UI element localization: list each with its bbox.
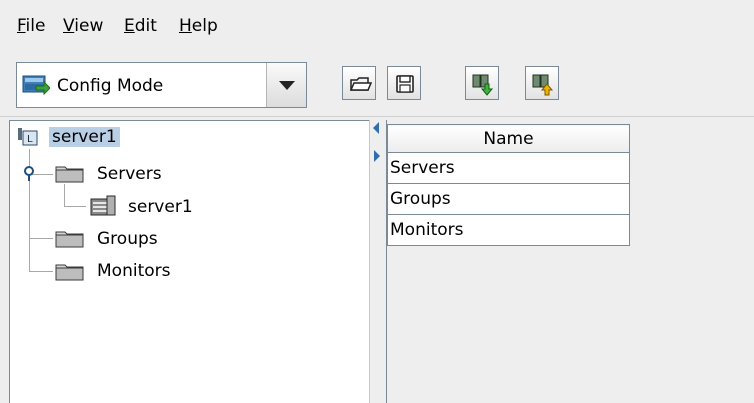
folder-icon [55, 231, 84, 248]
table-panel: Name Servers Groups Monitors [387, 120, 754, 403]
table-row[interactable]: Servers [387, 152, 630, 184]
split-pane-divider[interactable] [369, 120, 387, 403]
tree-connector [29, 271, 53, 272]
tree-node-groups[interactable]: Groups [97, 229, 158, 249]
menu-help-mnemonic: H [179, 16, 192, 36]
table-cell[interactable]: Monitors [387, 214, 630, 246]
open-button[interactable] [342, 66, 376, 100]
tree-connector [64, 184, 65, 206]
tree-node-server1[interactable]: server1 [128, 197, 193, 217]
table-row[interactable]: Monitors [387, 214, 630, 246]
menu-file-label: ile [25, 16, 46, 36]
tree-node-servers[interactable]: Servers [97, 164, 162, 184]
tree-connector [64, 206, 86, 207]
table-row[interactable]: Groups [387, 183, 630, 215]
menu-edit-label: dit [134, 16, 157, 36]
menu-file-mnemonic: F [17, 16, 26, 36]
menu-help[interactable]: Help [179, 16, 218, 36]
menu-view[interactable]: View [63, 16, 103, 36]
tree-connector [29, 238, 53, 239]
menu-view-mnemonic: V [63, 16, 75, 36]
tree-panel[interactable]: L server1 Servers server1 Groups Monitor… [9, 120, 369, 403]
cluster-root-icon: L [18, 128, 38, 146]
menu-edit-mnemonic: E [124, 16, 135, 36]
menu-edit[interactable]: Edit [124, 16, 157, 36]
save-button[interactable] [387, 66, 421, 100]
mode-select-value: Config Mode [57, 76, 164, 96]
chevron-down-icon [279, 81, 295, 90]
folder-icon [55, 264, 84, 281]
table-cell[interactable]: Servers [387, 152, 630, 184]
svg-text:L: L [27, 134, 33, 145]
download-config-button[interactable] [465, 66, 499, 100]
expand-right-icon[interactable] [374, 150, 380, 162]
upload-config-button[interactable] [525, 66, 559, 100]
column-header-name[interactable]: Name [387, 124, 630, 153]
upload-config-icon [532, 74, 554, 96]
save-floppy-icon [396, 75, 414, 93]
download-config-icon [472, 74, 494, 96]
name-table[interactable]: Name Servers Groups Monitors [387, 124, 630, 246]
table-cell[interactable]: Groups [387, 183, 630, 215]
menu-file[interactable]: File [17, 16, 45, 36]
open-folder-icon [349, 77, 372, 91]
collapse-left-icon[interactable] [373, 122, 379, 134]
server-icon [90, 195, 116, 216]
tree-root-label[interactable]: server1 [49, 127, 120, 147]
tree-node-monitors[interactable]: Monitors [97, 261, 170, 281]
mode-select-dropdown-button[interactable] [266, 63, 306, 107]
toolbar-separator [0, 116, 754, 117]
expanded-toggle-icon[interactable] [23, 166, 37, 182]
menu-help-label: elp [191, 16, 218, 36]
config-mode-icon [22, 75, 50, 96]
menu-view-label: iew [74, 16, 104, 36]
mode-select[interactable]: Config Mode [16, 62, 307, 108]
folder-icon [55, 166, 84, 183]
menu-bar: File View Edit Help [0, 0, 754, 46]
